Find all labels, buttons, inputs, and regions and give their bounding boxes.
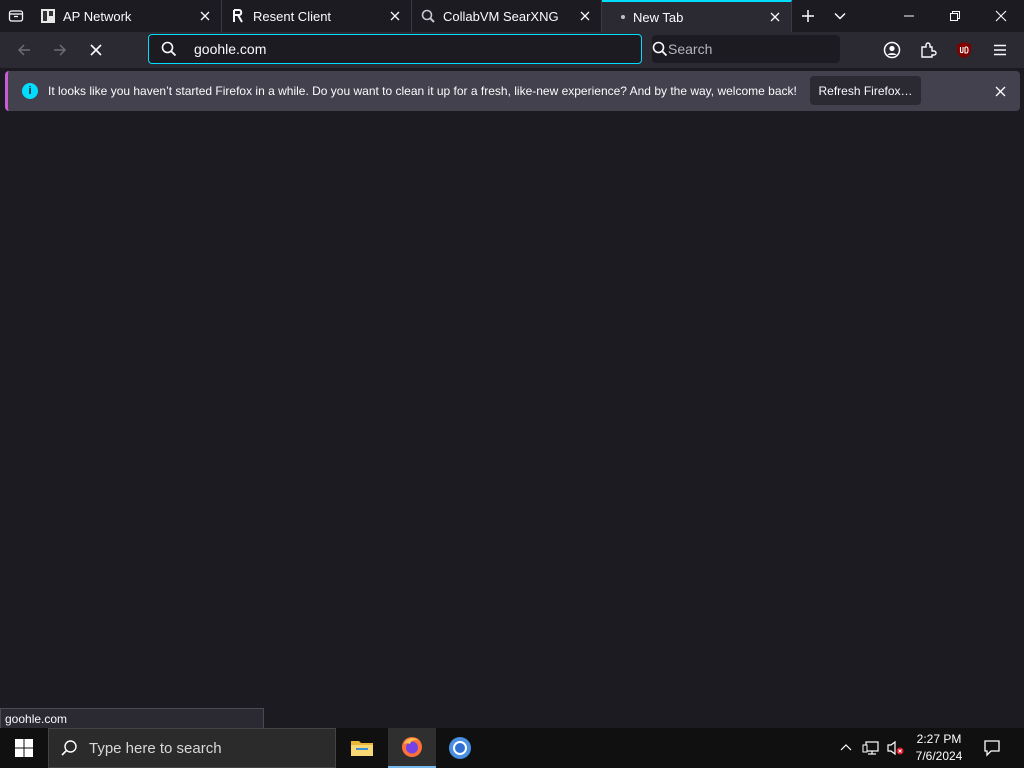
- minimize-icon: [904, 11, 914, 21]
- tab-title: CollabVM SearXNG: [443, 8, 559, 24]
- searxng-icon: [420, 8, 436, 24]
- restore-icon: [950, 11, 960, 21]
- plus-icon: [801, 9, 815, 23]
- close-tab-icon[interactable]: [197, 8, 213, 24]
- chrome-taskbar-button[interactable]: [436, 728, 484, 768]
- minimize-button[interactable]: [886, 0, 932, 32]
- firefox-view-icon: [8, 8, 24, 24]
- start-button[interactable]: [0, 728, 48, 768]
- search-input[interactable]: [668, 41, 849, 57]
- close-window-button[interactable]: [978, 0, 1024, 32]
- account-icon: [883, 41, 901, 59]
- search-bar[interactable]: [652, 35, 849, 63]
- arrow-left-icon: [16, 42, 32, 58]
- close-tab-icon[interactable]: [767, 9, 783, 25]
- tab-title: AP Network: [63, 8, 132, 24]
- info-icon: i: [22, 83, 38, 99]
- stop-x-icon: [89, 43, 103, 57]
- chevron-up-icon: [840, 742, 852, 754]
- url-input[interactable]: [189, 41, 641, 57]
- close-tab-icon[interactable]: [577, 8, 593, 24]
- notification-icon: [983, 739, 1001, 757]
- ublock-origin-button[interactable]: [948, 34, 980, 66]
- search-icon: [49, 739, 89, 757]
- url-bar[interactable]: [148, 34, 642, 64]
- taskbar-search-placeholder: Type here to search: [89, 739, 222, 757]
- page-content: [0, 117, 1024, 728]
- taskbar-clock[interactable]: 2:27 PM 7/6/2024: [906, 731, 972, 765]
- tab-new-tab[interactable]: New Tab: [602, 0, 792, 32]
- chevron-down-icon: [833, 9, 847, 23]
- firefox-icon: [400, 735, 424, 759]
- close-tab-icon[interactable]: [387, 8, 403, 24]
- close-notification-icon[interactable]: [992, 83, 1008, 99]
- chrome-icon: [448, 736, 472, 760]
- new-tab-button[interactable]: [792, 0, 824, 32]
- close-icon: [995, 10, 1007, 22]
- tab-title: Resent Client: [253, 8, 332, 24]
- network-monitor-icon: [862, 740, 880, 756]
- hamburger-menu-icon: [992, 42, 1008, 58]
- clock-date: 7/6/2024: [915, 749, 963, 763]
- volume-tray-button[interactable]: [884, 728, 906, 768]
- refresh-firefox-button[interactable]: Refresh Firefox…: [810, 76, 921, 105]
- tab-title: New Tab: [633, 9, 684, 25]
- file-explorer-taskbar-button[interactable]: [338, 728, 386, 768]
- folder-icon: [350, 738, 374, 758]
- windows-taskbar: Type here to search 2:27 PM 7/6/2024: [0, 728, 1024, 768]
- windows-logo-icon: [15, 739, 33, 757]
- back-button[interactable]: [8, 34, 40, 66]
- tab-ap-network[interactable]: AP Network: [32, 0, 222, 32]
- notification-message: It looks like you haven’t started Firefo…: [48, 84, 797, 98]
- ublock-origin-icon: [955, 41, 973, 59]
- taskbar-search-box[interactable]: Type here to search: [48, 728, 336, 768]
- volume-muted-icon: [886, 740, 904, 756]
- search-icon: [149, 35, 189, 63]
- puzzle-icon: [919, 41, 937, 59]
- forward-button[interactable]: [44, 34, 76, 66]
- action-center-button[interactable]: [978, 728, 1006, 768]
- firefox-taskbar-button[interactable]: [388, 728, 436, 768]
- status-panel: goohle.com: [0, 708, 264, 729]
- ap-network-icon: [40, 8, 56, 24]
- restore-button[interactable]: [932, 0, 978, 32]
- tab-bar: AP Network Resent Client CollabVM SearXN…: [0, 0, 1024, 32]
- tab-resent-client[interactable]: Resent Client: [222, 0, 412, 32]
- resent-client-icon: [230, 8, 246, 24]
- list-all-tabs-button[interactable]: [824, 0, 856, 32]
- stop-button[interactable]: [80, 34, 112, 66]
- menu-button[interactable]: [984, 34, 1016, 66]
- show-hidden-icons-button[interactable]: [836, 728, 856, 768]
- refresh-firefox-notification: i It looks like you haven’t started Fire…: [5, 71, 1020, 111]
- network-tray-button[interactable]: [860, 728, 882, 768]
- extensions-button[interactable]: [912, 34, 944, 66]
- navigation-toolbar: [0, 32, 1024, 68]
- loading-dot-icon: [621, 15, 625, 19]
- arrow-right-icon: [52, 42, 68, 58]
- firefox-view-button[interactable]: [0, 0, 32, 32]
- clock-time: 2:27 PM: [916, 732, 962, 746]
- search-icon: [652, 35, 668, 63]
- tab-collabvm-searxng[interactable]: CollabVM SearXNG: [412, 0, 602, 32]
- account-button[interactable]: [876, 34, 908, 66]
